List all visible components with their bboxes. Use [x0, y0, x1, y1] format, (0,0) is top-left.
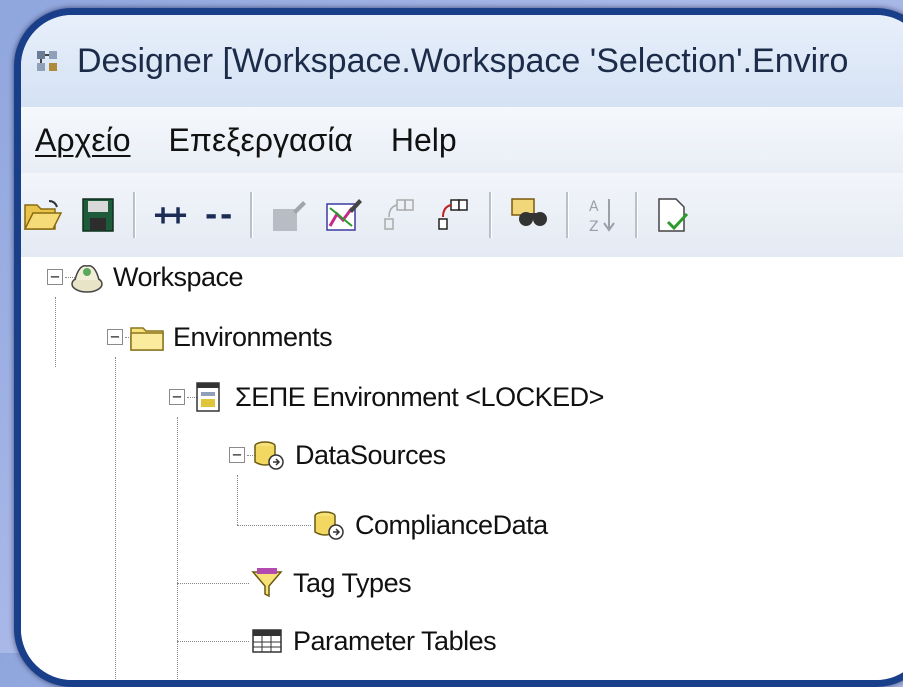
tree-node-label: ΣΕΠΕ Environment <LOCKED>	[235, 381, 604, 412]
tree-node-label: ComplianceData	[355, 509, 548, 540]
tree-connector	[177, 641, 249, 642]
environment-icon	[191, 380, 227, 414]
toolbar: ++ -- A Z	[21, 173, 903, 258]
edit-button-disabled[interactable]	[271, 191, 307, 239]
tree-node-compliancedata[interactable]: ComplianceData	[305, 505, 548, 545]
toolbar-separator	[250, 192, 254, 238]
tree-connector	[237, 525, 311, 526]
tree-node-label: Parameter Tables	[293, 625, 497, 656]
copy-tree-button[interactable]	[435, 191, 471, 239]
tree-node-label: Workspace	[113, 261, 244, 292]
tree-connector	[177, 417, 178, 680]
collapse-toggle[interactable]: −	[107, 329, 123, 345]
svg-text:Z: Z	[589, 219, 599, 235]
sort-button[interactable]: A Z	[587, 191, 617, 239]
collapse-all-button[interactable]: --	[202, 191, 235, 239]
tree-connector	[237, 475, 238, 525]
tree-connector	[177, 583, 249, 584]
tree-node-environments[interactable]: − Environments	[107, 317, 333, 357]
collapse-all-icon: --	[202, 197, 235, 233]
designer-app-icon	[35, 47, 63, 75]
tree-node-workspace[interactable]: − Workspace	[47, 257, 244, 297]
open-folder-icon	[23, 200, 63, 230]
tree-node-label: DataSources	[295, 439, 446, 470]
workspace-tree: − Workspace − Environments − ΣΕΠΕ Enviro…	[21, 257, 903, 680]
toolbar-separator	[133, 192, 136, 238]
expand-all-button[interactable]: ++	[154, 191, 187, 239]
save-button[interactable]	[81, 191, 115, 239]
menu-edit[interactable]: Επεξεργασία	[169, 122, 353, 159]
tree-node-datasources[interactable]: − DataSources	[229, 435, 446, 475]
save-icon	[82, 198, 114, 232]
title-bar: Designer [Workspace.Workspace 'Selection…	[21, 15, 903, 107]
datasource-icon	[311, 508, 347, 542]
validate-icon	[658, 198, 689, 232]
menu-help[interactable]: Help	[391, 122, 457, 159]
app-window: Designer [Workspace.Workspace 'Selection…	[14, 8, 903, 687]
window-title: Designer [Workspace.Workspace 'Selection…	[77, 41, 849, 80]
collapse-toggle[interactable]: −	[229, 447, 245, 463]
menu-bar: Αρχείο Επεξεργασία Help	[21, 107, 903, 174]
validate-button[interactable]	[656, 191, 690, 239]
tree-node-tagtypes[interactable]: Tag Types	[243, 563, 412, 603]
tree-node-label: Tag Types	[293, 567, 412, 598]
tree-connector	[55, 297, 56, 367]
edit-disabled-icon	[273, 201, 307, 231]
edit-chart-button[interactable]	[325, 191, 363, 239]
find-icon	[511, 198, 548, 226]
tree-node-parametertables[interactable]: Parameter Tables	[243, 621, 497, 661]
collapse-toggle[interactable]: −	[169, 389, 185, 405]
menu-file[interactable]: Αρχείο	[35, 122, 131, 159]
datasources-icon	[251, 438, 287, 472]
find-button[interactable]	[510, 191, 548, 239]
copy-tree-button-disabled[interactable]	[381, 191, 417, 239]
copy-tree-icon	[438, 199, 468, 230]
collapse-toggle[interactable]: −	[47, 269, 63, 285]
open-button[interactable]	[23, 191, 63, 239]
svg-text:A: A	[589, 199, 599, 215]
toolbar-separator	[635, 192, 639, 238]
toolbar-separator	[566, 192, 570, 238]
workspace-icon	[69, 260, 105, 294]
tree-node-label: Environments	[173, 321, 333, 352]
tag-types-icon	[249, 566, 285, 600]
tree-node-environment[interactable]: − ΣΕΠΕ Environment <LOCKED>	[169, 377, 604, 417]
tree-connector	[115, 357, 116, 680]
expand-all-icon: ++	[154, 197, 187, 233]
toolbar-separator	[489, 192, 493, 238]
edit-chart-icon	[326, 199, 363, 231]
copy-tree-disabled-icon	[384, 199, 414, 230]
folder-icon	[129, 320, 165, 354]
sort-az-icon: A Z	[589, 199, 616, 235]
